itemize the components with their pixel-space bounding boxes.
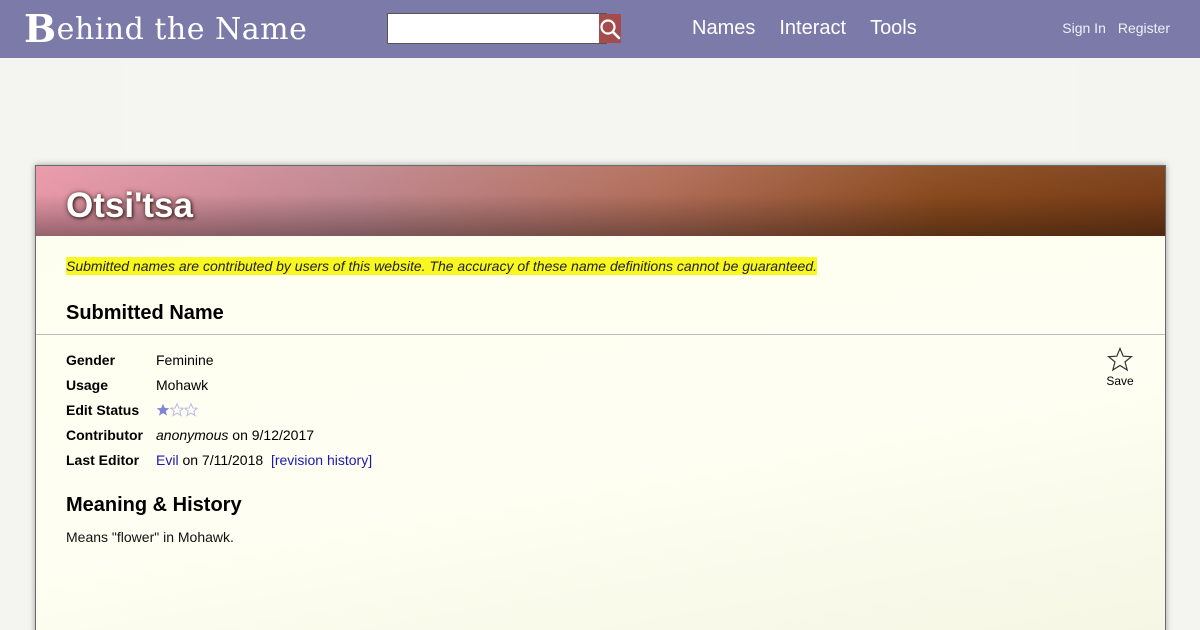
top-navigation-bar: Behind the Name Names Interact Tools Sig… [0,0,1200,58]
nav-names[interactable]: Names [692,17,755,40]
logo-text: ehind the Name [56,11,308,47]
info-row-last-editor: Last Editor Evil on 7/11/2018 [revision … [66,447,372,472]
search-icon [600,18,621,39]
contributor-name: anonymous [156,426,229,443]
name-panel: Otsi'tsa Submitted names are contributed… [35,165,1166,630]
info-row-edit-status: Edit Status [66,397,372,422]
last-editor-link[interactable]: Evil [156,452,179,468]
section-divider [36,334,1165,335]
section-title-meaning-history: Meaning & History [66,494,242,516]
save-label: Save [1106,374,1134,388]
edit-status-rating [156,402,198,417]
info-row-gender: Gender Feminine [66,347,372,372]
gender-value-link[interactable]: Feminine [156,352,214,368]
site-logo[interactable]: Behind the Name [24,8,307,50]
edit-status-label: Edit Status [66,401,140,418]
star-filled-icon [156,403,170,416]
logo-initial: B [24,6,57,51]
name-header-banner: Otsi'tsa [36,166,1165,236]
user-nav: Sign In Register [1062,20,1170,36]
contributor-label: Contributor [66,426,143,443]
main-nav: Names Interact Tools [692,17,917,40]
gender-label: Gender [66,351,116,368]
section-title-submitted-name: Submitted Name [66,302,224,324]
last-editor-date: on 7/11/2018 [178,451,264,468]
register-link[interactable]: Register [1118,20,1170,36]
revision-history-link[interactable]: [revision history] [271,452,372,468]
contributor-date: on 9/12/2017 [228,426,315,443]
star-outline-icon [1107,347,1133,372]
star-empty-icon [184,402,198,417]
meaning-text: Means "flower" in Mohawk. [66,529,234,545]
contributor-value: anonymous on 9/12/2017 [156,427,314,443]
info-row-usage: Usage Mohawk [66,372,372,397]
save-button[interactable]: Save [1106,347,1134,388]
search-button[interactable] [599,14,621,43]
usage-value-link[interactable]: Mohawk [156,377,208,393]
search-box [387,13,621,44]
nav-interact[interactable]: Interact [779,17,846,40]
last-editor-label: Last Editor [66,451,140,468]
last-editor-value: Evil on 7/11/2018 [revision history] [156,452,372,468]
name-info-table: Gender Feminine Usage Mohawk Edit Status… [66,347,372,472]
page-title: Otsi'tsa [66,186,193,225]
sign-in-link[interactable]: Sign In [1062,20,1106,36]
advertisement-area [122,58,1078,158]
submitted-disclaimer: Submitted names are contributed by users… [66,257,817,275]
info-row-contributor: Contributor anonymous on 9/12/2017 [66,422,372,447]
star-empty-icon [170,402,184,417]
nav-tools[interactable]: Tools [870,17,917,40]
usage-label: Usage [66,376,109,393]
search-input[interactable] [388,14,599,43]
